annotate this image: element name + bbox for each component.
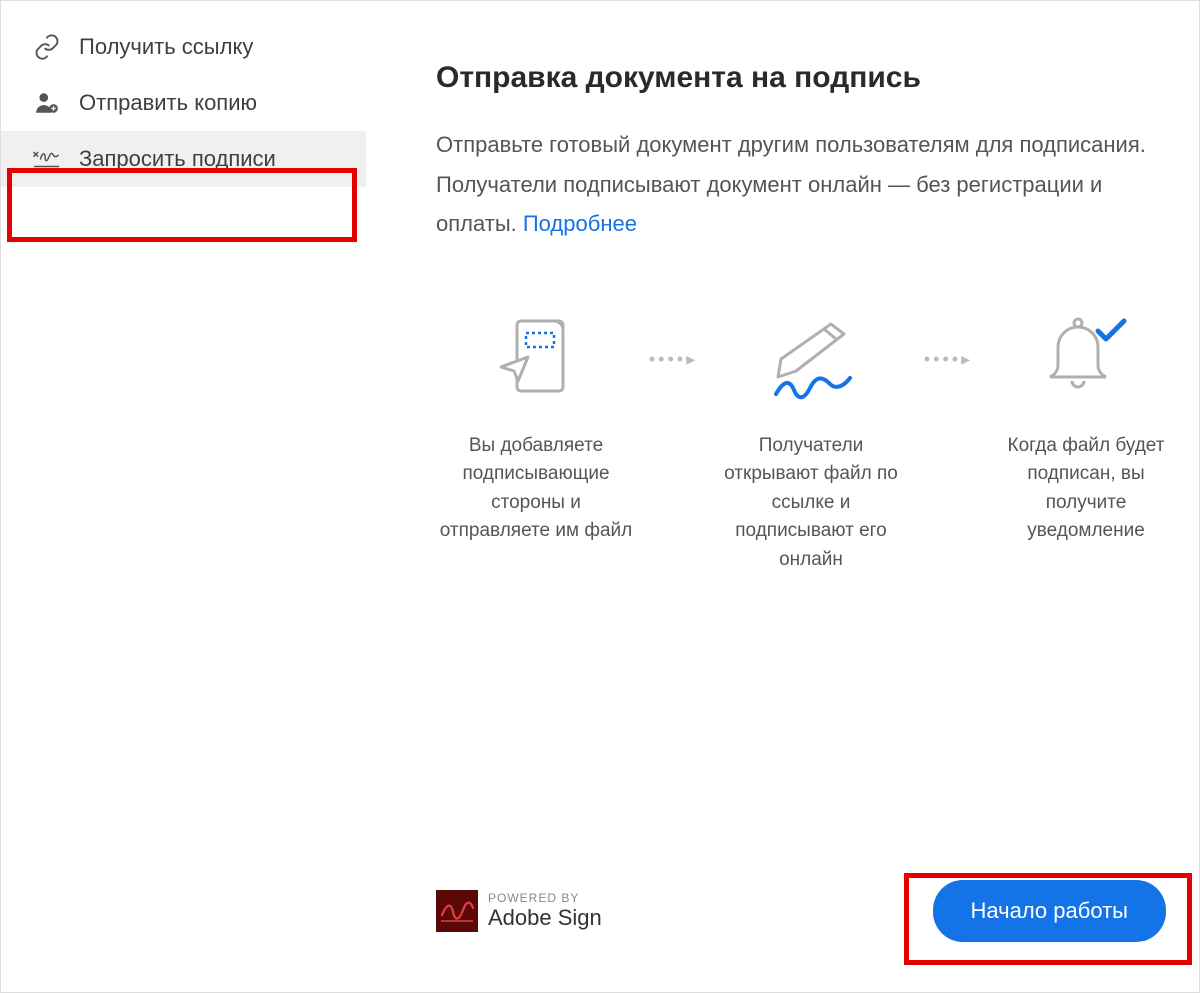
powered-by-label: POWERED BY — [488, 892, 602, 905]
page-title: Отправка документа на подпись — [436, 61, 1186, 95]
step-text: Вы добавляете подписывающие стороны и от… — [436, 432, 636, 546]
sidebar-item-label: Получить ссылку — [79, 34, 253, 60]
footer: POWERED BY Adobe Sign Начало работы — [436, 880, 1186, 992]
sidebar-item-label: Отправить копию — [79, 90, 257, 116]
arrow-icon: ••••▸ — [646, 304, 701, 370]
step-notification: Когда файл будет подписан, вы получите у… — [986, 304, 1186, 546]
sidebar-item-send-copy[interactable]: Отправить копию — [1, 75, 366, 131]
signature-icon — [33, 145, 61, 173]
description: Отправьте готовый документ другим пользо… — [436, 125, 1156, 244]
pen-sign-icon — [711, 304, 911, 414]
document-send-icon — [436, 304, 636, 414]
person-add-icon — [33, 89, 61, 117]
arrow-icon: ••••▸ — [921, 304, 976, 370]
adobe-sign-logo-icon — [436, 890, 478, 932]
step-add-signers: Вы добавляете подписывающие стороны и от… — [436, 304, 636, 546]
step-text: Получатели открывают файл по ссылке и по… — [711, 432, 911, 575]
powered-by-brand: Adobe Sign — [488, 906, 602, 930]
sidebar-item-get-link[interactable]: Получить ссылку — [1, 19, 366, 75]
start-button[interactable]: Начало работы — [933, 880, 1166, 942]
sidebar-item-label: Запросить подписи — [79, 146, 276, 172]
step-text: Когда файл будет подписан, вы получите у… — [986, 432, 1186, 546]
sidebar-item-request-signatures[interactable]: Запросить подписи — [1, 131, 366, 187]
powered-by: POWERED BY Adobe Sign — [436, 890, 602, 932]
sidebar: Получить ссылку Отправить копию — [1, 1, 366, 992]
link-icon — [33, 33, 61, 61]
learn-more-link[interactable]: Подробнее — [523, 211, 637, 236]
bell-check-icon — [986, 304, 1186, 414]
main-content: Отправка документа на подпись Отправьте … — [366, 1, 1200, 992]
step-recipients-sign: Получатели открывают файл по ссылке и по… — [711, 304, 911, 575]
steps-row: Вы добавляете подписывающие стороны и от… — [436, 304, 1186, 575]
